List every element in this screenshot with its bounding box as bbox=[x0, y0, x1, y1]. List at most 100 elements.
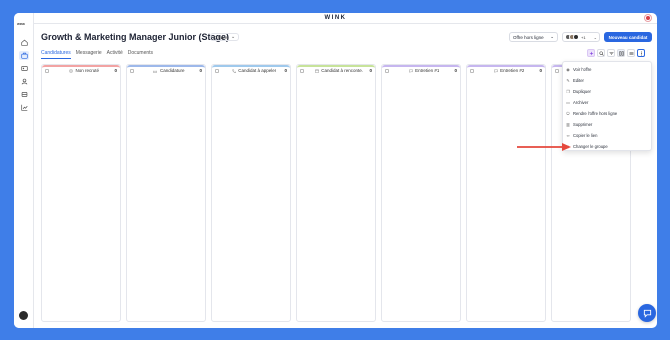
menu-item-label: Archiver bbox=[573, 100, 589, 105]
tab-candidatures[interactable]: Candidatures bbox=[41, 50, 71, 59]
menu-item-set-offline[interactable]: ⏻ Rendre l'offre hors ligne bbox=[563, 108, 651, 119]
kanban-view-icon[interactable] bbox=[617, 49, 625, 57]
menu-item-view-offer[interactable]: ◉ Voir l'offre bbox=[563, 64, 651, 75]
column-count: 0 bbox=[454, 68, 457, 73]
id-card-icon[interactable] bbox=[19, 64, 29, 73]
link-icon: ∞ bbox=[566, 133, 570, 138]
sidebar-brand: WINK bbox=[17, 22, 25, 26]
status-select[interactable]: Offre hors ligne ⌄ bbox=[509, 32, 558, 42]
chart-icon[interactable] bbox=[19, 103, 29, 112]
chat-icon bbox=[408, 68, 413, 73]
tab-activite[interactable]: Activité bbox=[107, 50, 123, 59]
avatar bbox=[573, 34, 579, 40]
calendar-icon bbox=[314, 68, 319, 73]
eye-icon: ◉ bbox=[566, 67, 570, 72]
column-checkbox[interactable] bbox=[130, 68, 134, 73]
column-count: 0 bbox=[114, 68, 117, 73]
menu-item-label: Supprimer bbox=[573, 122, 593, 127]
menu-item-archive[interactable]: ▭ Archiver bbox=[563, 97, 651, 108]
top-bar: WINK bbox=[14, 13, 657, 24]
menu-item-label: Editer bbox=[573, 78, 584, 83]
kanban-column: Entretien #1 0 bbox=[381, 64, 461, 322]
pencil-icon: ✎ bbox=[566, 78, 570, 83]
inbox-icon bbox=[153, 68, 158, 73]
app-window: WINK WINK Growth & Marketing Manager Jun… bbox=[14, 13, 657, 328]
chevron-down-icon: ⌄ bbox=[550, 34, 554, 39]
trash-icon: ▥ bbox=[566, 122, 570, 127]
page-title: Growth & Marketing Manager Junior (Stage… bbox=[41, 32, 230, 42]
column-count: 0 bbox=[369, 68, 372, 73]
column-header: Non recruté 0 bbox=[42, 65, 120, 74]
status-select-value: Offre hors ligne bbox=[513, 34, 544, 40]
avatars-extra-count: +1 bbox=[581, 34, 586, 40]
kanban-column: Entretien #2 0 bbox=[466, 64, 546, 322]
briefcase-icon[interactable] bbox=[19, 51, 29, 60]
column-count: 0 bbox=[284, 68, 287, 73]
chat-bubble-icon bbox=[643, 309, 651, 318]
menu-item-delete[interactable]: ▥ Supprimer bbox=[563, 119, 651, 130]
column-name: Candidat à renconte... bbox=[321, 68, 364, 73]
column-header: Candidature 0 bbox=[127, 65, 205, 74]
database-icon[interactable] bbox=[19, 90, 29, 99]
home-icon[interactable] bbox=[19, 38, 29, 47]
kanban-board: Non recruté 0 Candidature 0 Candidat à a… bbox=[41, 64, 631, 322]
chat-support-button[interactable] bbox=[638, 304, 656, 322]
filter-icon[interactable] bbox=[607, 49, 615, 57]
copy-icon: ❐ bbox=[566, 89, 570, 94]
more-options-icon[interactable] bbox=[637, 49, 645, 57]
column-checkbox[interactable] bbox=[385, 68, 389, 73]
archive-icon: ▭ bbox=[566, 100, 570, 105]
column-name: Non recruté bbox=[75, 68, 99, 73]
new-candidate-button[interactable]: Nouveau candidat bbox=[604, 32, 652, 42]
location-selector[interactable]: 0 Paris ⌄ bbox=[210, 33, 240, 41]
power-icon: ⏻ bbox=[566, 111, 570, 116]
view-toolbar bbox=[587, 49, 645, 57]
column-checkbox[interactable] bbox=[215, 68, 219, 73]
column-checkbox[interactable] bbox=[555, 68, 559, 73]
column-checkbox[interactable] bbox=[45, 68, 49, 73]
menu-item-change-group[interactable]: ◇ Changer le groupe bbox=[563, 141, 651, 152]
column-checkbox[interactable] bbox=[470, 68, 474, 73]
menu-item-duplicate[interactable]: ❐ Dupliquer bbox=[563, 86, 651, 97]
menu-item-label: Rendre l'offre hors ligne bbox=[573, 111, 618, 116]
chevron-down-icon: ⌄ bbox=[593, 34, 597, 40]
annotation-arrow-icon bbox=[517, 143, 571, 151]
column-header: Entretien #2 0 bbox=[467, 65, 545, 74]
search-icon[interactable] bbox=[597, 49, 605, 57]
users-icon[interactable] bbox=[19, 77, 29, 86]
column-header: Entretien #1 0 bbox=[382, 65, 460, 74]
sidebar: WINK bbox=[14, 13, 34, 328]
list-view-icon[interactable] bbox=[627, 49, 635, 57]
menu-item-copy-link[interactable]: ∞ Copier le lien bbox=[563, 130, 651, 141]
column-header: Candidat à appeler 0 bbox=[212, 65, 290, 74]
tab-bar: Candidatures Messagerie Activité Documen… bbox=[41, 50, 153, 59]
chevron-down-icon: ⌄ bbox=[231, 34, 236, 40]
column-checkbox[interactable] bbox=[300, 68, 304, 73]
kanban-column: Non recruté 0 bbox=[41, 64, 121, 322]
phone-icon bbox=[231, 68, 236, 73]
column-count: 0 bbox=[539, 68, 542, 73]
column-name: Candidature bbox=[159, 68, 185, 73]
column-header: Candidat à renconte... 0 bbox=[297, 65, 375, 74]
ai-sparkle-icon[interactable] bbox=[587, 49, 595, 57]
column-count: 0 bbox=[199, 68, 202, 73]
menu-item-label: Changer le groupe bbox=[573, 144, 608, 149]
column-name: Entretien #1 bbox=[415, 68, 440, 73]
team-avatars[interactable]: +1 ⌄ bbox=[562, 32, 600, 42]
app-logo: WINK bbox=[324, 15, 347, 21]
menu-item-label: Dupliquer bbox=[573, 89, 591, 94]
location-label: 0 Paris bbox=[214, 34, 229, 40]
user-avatar[interactable] bbox=[645, 15, 651, 21]
menu-item-label: Voir l'offre bbox=[573, 67, 592, 72]
menu-item-edit[interactable]: ✎ Editer bbox=[563, 75, 651, 86]
more-options-menu: ◉ Voir l'offre ✎ Editer ❐ Dupliquer ▭ Ar… bbox=[562, 61, 652, 151]
profile-avatar[interactable] bbox=[19, 311, 28, 320]
column-name: Entretien #2 bbox=[500, 68, 525, 73]
x-circle-icon bbox=[68, 68, 73, 73]
chat-icon bbox=[493, 68, 498, 73]
tab-messagerie[interactable]: Messagerie bbox=[76, 50, 102, 59]
tab-documents[interactable]: Documents bbox=[128, 50, 153, 59]
menu-item-label: Copier le lien bbox=[573, 133, 598, 138]
kanban-column: Candidat à renconte... 0 bbox=[296, 64, 376, 322]
kanban-column: Candidature 0 bbox=[126, 64, 206, 322]
